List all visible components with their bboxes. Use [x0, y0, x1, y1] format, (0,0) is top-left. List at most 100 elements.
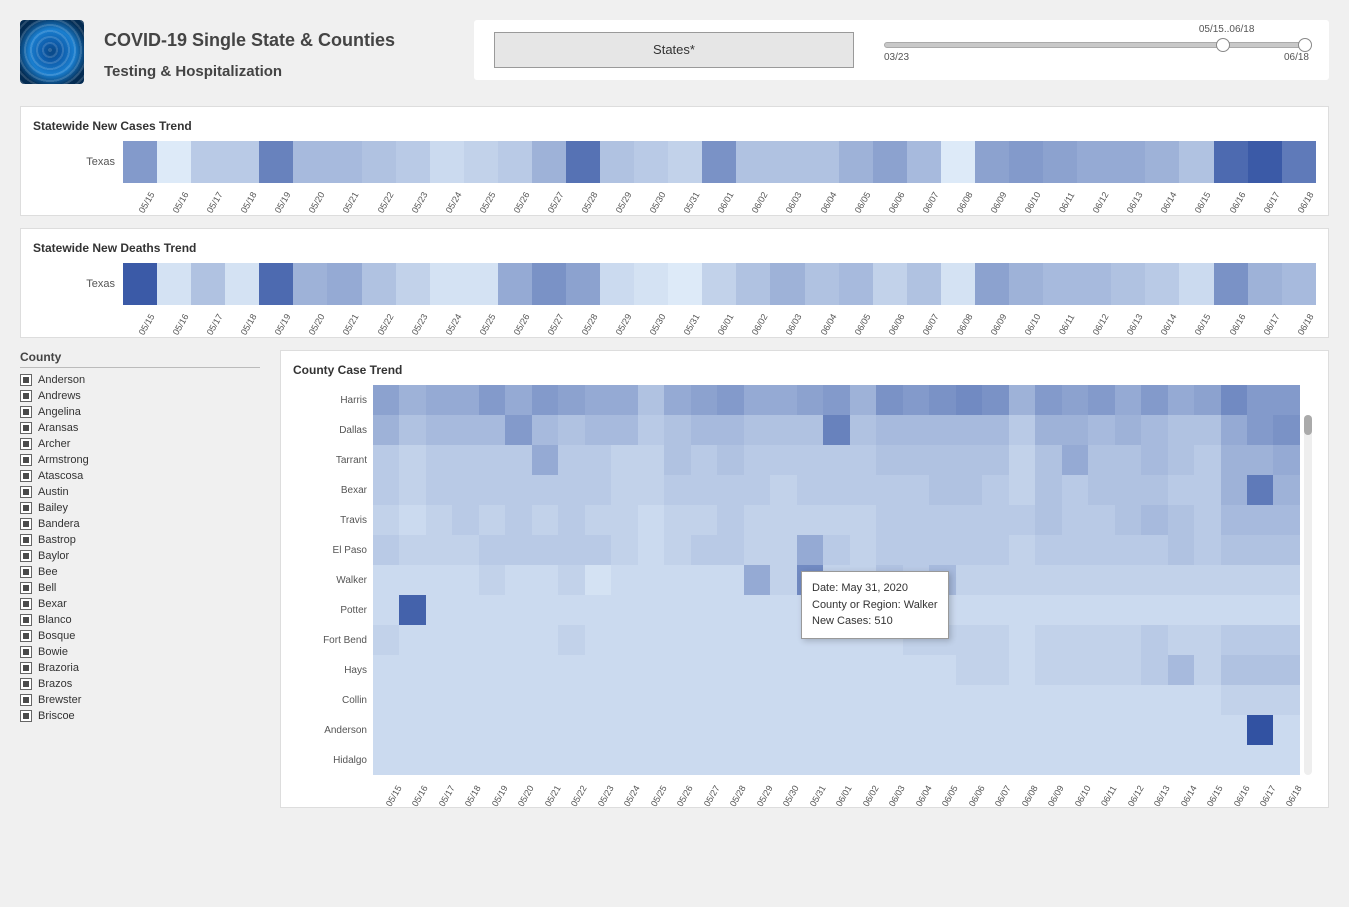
heatmap-cell[interactable] [1141, 685, 1167, 715]
heatmap-cell[interactable] [505, 655, 531, 685]
heatmap-cell[interactable] [585, 625, 611, 655]
date-range-slider[interactable]: 05/15..06/18 03/23 06/18 [884, 30, 1309, 70]
checkbox-icon[interactable] [20, 646, 32, 658]
heatmap-cell[interactable] [396, 141, 430, 183]
heatmap-cell[interactable] [744, 745, 770, 775]
heatmap-cell[interactable] [956, 565, 982, 595]
heatmap-cell[interactable] [558, 685, 584, 715]
heatmap-cell[interactable] [717, 655, 743, 685]
heatmap-cell[interactable] [1168, 535, 1194, 565]
heatmap-cell[interactable] [956, 595, 982, 625]
heatmap-cell[interactable] [717, 475, 743, 505]
heatmap-cell[interactable] [452, 565, 478, 595]
heatmap-cell[interactable] [1141, 565, 1167, 595]
heatmap-cell[interactable] [929, 415, 955, 445]
heatmap-cell[interactable] [1141, 745, 1167, 775]
heatmap-cell[interactable] [399, 385, 425, 415]
heatmap-cell[interactable] [1168, 385, 1194, 415]
heatmap-cell[interactable] [1009, 475, 1035, 505]
heatmap-cell[interactable] [770, 745, 796, 775]
heatmap-cell[interactable] [956, 445, 982, 475]
heatmap-cell[interactable] [1062, 595, 1088, 625]
filter-item[interactable]: Andrews [20, 388, 260, 404]
filter-item[interactable]: Brazos [20, 676, 260, 692]
heatmap-cell[interactable] [873, 263, 907, 305]
heatmap-cell[interactable] [558, 535, 584, 565]
heatmap-cell[interactable] [1221, 595, 1247, 625]
heatmap-cell[interactable] [850, 655, 876, 685]
heatmap-cell[interactable] [1141, 445, 1167, 475]
heatmap-cell[interactable] [664, 445, 690, 475]
heatmap-cell[interactable] [452, 415, 478, 445]
heatmap-cell[interactable] [805, 141, 839, 183]
heatmap-cell[interactable] [426, 415, 452, 445]
heatmap-cell[interactable] [1035, 745, 1061, 775]
slider-handle-left[interactable] [1216, 38, 1230, 52]
heatmap-cell[interactable] [1214, 263, 1248, 305]
heatmap-cell[interactable] [1273, 595, 1299, 625]
county-cells[interactable] [373, 685, 1300, 715]
filter-item[interactable]: Bowie [20, 644, 260, 660]
heatmap-cell[interactable] [876, 385, 902, 415]
heatmap-cell[interactable] [1088, 475, 1114, 505]
heatmap-cell[interactable] [1115, 565, 1141, 595]
heatmap-cell[interactable] [479, 595, 505, 625]
heatmap-cell[interactable] [717, 685, 743, 715]
heatmap-cell[interactable] [1062, 655, 1088, 685]
heatmap-cell[interactable] [585, 535, 611, 565]
heatmap-cell[interactable] [1194, 745, 1220, 775]
heatmap-cell[interactable] [876, 445, 902, 475]
heatmap-cell[interactable] [1194, 445, 1220, 475]
heatmap-cell[interactable] [452, 685, 478, 715]
heatmap-cell[interactable] [558, 565, 584, 595]
heatmap-cell[interactable] [464, 263, 498, 305]
heatmap-cell[interactable] [664, 475, 690, 505]
heatmap-cell[interactable] [585, 685, 611, 715]
heatmap-cell[interactable] [770, 445, 796, 475]
checkbox-icon[interactable] [20, 502, 32, 514]
heatmap-cell[interactable] [225, 263, 259, 305]
checkbox-icon[interactable] [20, 694, 32, 706]
heatmap-cell[interactable] [373, 625, 399, 655]
heatmap-cell[interactable] [452, 475, 478, 505]
heatmap-cell[interactable] [430, 263, 464, 305]
heatmap-cell[interactable] [956, 655, 982, 685]
heatmap-cell[interactable] [1248, 263, 1282, 305]
heatmap-cell[interactable] [532, 445, 558, 475]
checkbox-icon[interactable] [20, 470, 32, 482]
heatmap-cell[interactable] [982, 415, 1008, 445]
heatmap-cell[interactable] [903, 685, 929, 715]
heatmap-cell[interactable] [1273, 475, 1299, 505]
heatmap-cell[interactable] [982, 625, 1008, 655]
heatmap-cell[interactable] [736, 263, 770, 305]
heatmap-cell[interactable] [585, 715, 611, 745]
heatmap-cell[interactable] [1088, 595, 1114, 625]
heatmap-cell[interactable] [691, 565, 717, 595]
heatmap-cell[interactable] [1247, 535, 1273, 565]
heatmap-cell[interactable] [638, 385, 664, 415]
heatmap-cell[interactable] [1035, 535, 1061, 565]
heatmap-cell[interactable] [1088, 415, 1114, 445]
heatmap-cell[interactable] [638, 415, 664, 445]
heatmap-cell[interactable] [1145, 141, 1179, 183]
heatmap-cell[interactable] [717, 715, 743, 745]
heatmap-cell[interactable] [600, 263, 634, 305]
heatmap-cell[interactable] [839, 263, 873, 305]
heatmap-cell[interactable] [1248, 141, 1282, 183]
heatmap-cell[interactable] [929, 715, 955, 745]
heatmap-cell[interactable] [736, 141, 770, 183]
heatmap-cell[interactable] [903, 655, 929, 685]
heatmap-cell[interactable] [876, 535, 902, 565]
heatmap-cell[interactable] [770, 263, 804, 305]
heatmap-cell[interactable] [452, 655, 478, 685]
heatmap-cell[interactable] [1035, 565, 1061, 595]
heatmap-cell[interactable] [399, 445, 425, 475]
heatmap-cell[interactable] [982, 715, 1008, 745]
heatmap-cell[interactable] [1221, 535, 1247, 565]
heatmap-cell[interactable] [1088, 655, 1114, 685]
heatmap-cell[interactable] [975, 141, 1009, 183]
heatmap-cell[interactable] [464, 141, 498, 183]
heatmap-cell[interactable] [797, 655, 823, 685]
heatmap-cell[interactable] [1088, 685, 1114, 715]
heatmap-cell[interactable] [585, 385, 611, 415]
